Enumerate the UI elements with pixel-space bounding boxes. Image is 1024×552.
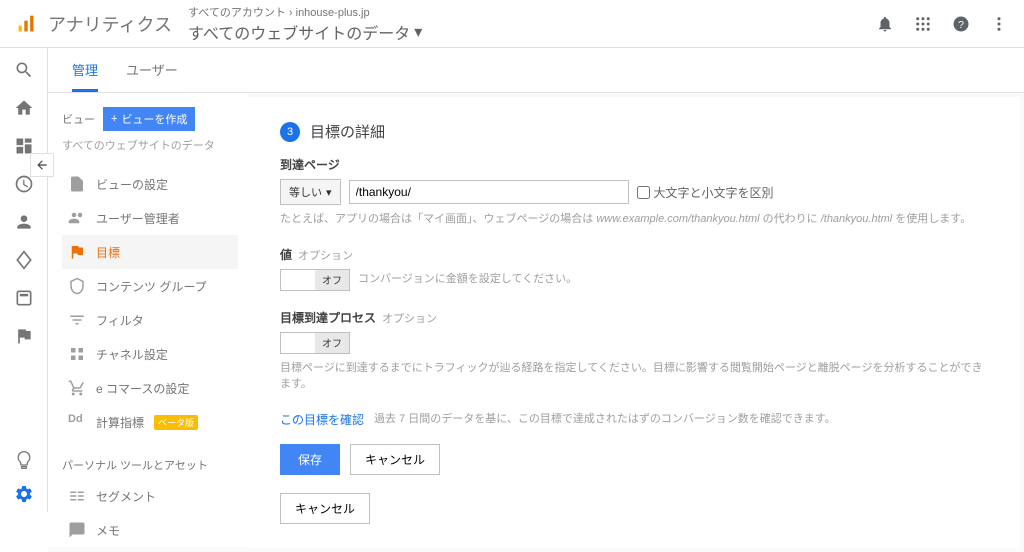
svg-text:?: ? [958, 18, 964, 30]
discover-icon[interactable] [14, 450, 34, 470]
breadcrumb-account: inhouse-plus.jp [296, 7, 370, 19]
clock-icon[interactable] [14, 174, 34, 194]
nav-label: ビューの設定 [96, 176, 168, 193]
case-sensitive-checkbox[interactable] [637, 186, 650, 199]
view-column: ビュー + ビューを作成 すべてのウェブサイトのデータ ビューの設定 ユーザー管理… [48, 93, 248, 547]
option-text: オプション [382, 313, 437, 325]
view-sub: すべてのウェブサイトのデータ [62, 137, 238, 153]
nav-segments[interactable]: セグメント [62, 479, 238, 513]
nav-content-grouping[interactable]: コンテンツ グループ [62, 269, 238, 303]
arrow-back-icon [35, 158, 49, 172]
nav-annotations[interactable]: メモ [62, 513, 238, 547]
admin-tabs: 管理 ユーザー [48, 48, 1024, 93]
goal-details-panel: 3 目標の詳細 到達ページ 等しい ▾ 大文字と小文字を区別 たとえば、アプリの場… [248, 97, 1020, 548]
plus-icon: + [111, 113, 117, 125]
back-button[interactable] [30, 153, 54, 177]
case-label: 大文字と小文字を区別 [654, 184, 774, 201]
personal-section-label: パーソナル ツールとアセット [62, 457, 238, 473]
value-label: 値 [280, 248, 292, 262]
tab-user[interactable]: ユーザー [126, 60, 178, 92]
step-title: 目標の詳細 [310, 121, 385, 142]
destination-help: たとえば、アプリの場合は「マイ画面」、ウェブページの場合は www.exampl… [280, 211, 988, 228]
people-icon [68, 209, 86, 227]
breadcrumb-sep: › [289, 7, 296, 19]
acquisition-icon[interactable] [14, 250, 34, 270]
nav-label: メモ [96, 522, 120, 539]
view-title-row[interactable]: すべてのウェブサイトのデータ ▾ [188, 20, 422, 44]
match-type-dropdown[interactable]: 等しい ▾ [280, 179, 341, 205]
save-button[interactable]: 保存 [280, 444, 340, 475]
nav-label: e コマースの設定 [96, 380, 189, 397]
nav-label: チャネル設定 [96, 346, 168, 363]
breadcrumb-top: すべてのアカウント › inhouse-plus.jp [188, 4, 422, 20]
nav-label: 計算指標 [96, 414, 144, 431]
create-view-label: ビューを作成 [121, 111, 187, 127]
channel-icon [68, 345, 86, 363]
view-title: すべてのウェブサイトのデータ [188, 20, 410, 44]
flag-icon[interactable] [14, 326, 34, 346]
option-text: オプション [298, 250, 353, 262]
brand-text: アナリティクス [48, 11, 172, 37]
verify-goal-link[interactable]: この目標を確認 [280, 411, 364, 428]
bell-icon[interactable] [876, 15, 894, 33]
destination-input[interactable] [349, 180, 629, 204]
top-bar: アナリティクス すべてのアカウント › inhouse-plus.jp すべての… [0, 0, 1024, 48]
nav-calculated-metrics[interactable]: Dd 計算指標ベータ版 [62, 405, 238, 439]
create-view-button[interactable]: + ビューを作成 [103, 107, 195, 131]
beta-badge: ベータ版 [154, 415, 198, 430]
analytics-logo-icon [16, 14, 36, 34]
value-help: コンバージョンに金額を設定してください。 [358, 271, 577, 288]
verify-help: 過去 7 日間のデータを基に、この目標で達成されたはずのコンバージョン数を確認で… [374, 411, 836, 428]
gear-icon[interactable] [14, 484, 34, 504]
more-vert-icon[interactable] [990, 15, 1008, 33]
nav-label: セグメント [96, 488, 156, 505]
nav-label: 目標 [96, 244, 120, 261]
toggle-off-label: オフ [315, 333, 349, 353]
nav-user-management[interactable]: ユーザー管理者 [62, 201, 238, 235]
behavior-icon[interactable] [14, 288, 34, 308]
search-icon[interactable] [14, 60, 34, 80]
cancel-button-outer[interactable]: キャンセル [280, 493, 370, 524]
step-number: 3 [280, 122, 300, 142]
dd-icon: Dd [68, 413, 86, 431]
segment-icon [68, 487, 86, 505]
nav-goals[interactable]: 目標 [62, 235, 238, 269]
nav-channel-settings[interactable]: チャネル設定 [62, 337, 238, 371]
left-rail [0, 48, 48, 512]
match-type-value: 等しい [289, 184, 322, 200]
nav-label: コンテンツ グループ [96, 278, 207, 295]
view-label: ビュー [62, 111, 95, 127]
nav-label: ユーザー管理者 [96, 210, 180, 227]
note-icon [68, 521, 86, 539]
breadcrumb[interactable]: すべてのアカウント › inhouse-plus.jp すべてのウェブサイトのデ… [188, 4, 422, 44]
cart-icon [68, 379, 86, 397]
funnel-toggle[interactable]: オフ [280, 332, 350, 354]
filter-icon [68, 311, 86, 329]
chevron-down-icon: ▾ [414, 22, 422, 42]
nav-filters[interactable]: フィルタ [62, 303, 238, 337]
toggle-off-label: オフ [315, 270, 349, 290]
nav-view-settings[interactable]: ビューの設定 [62, 167, 238, 201]
document-icon [68, 175, 86, 193]
funnel-label: 目標到達プロセス [280, 311, 376, 325]
apps-icon[interactable] [914, 15, 932, 33]
nav-label: フィルタ [96, 312, 144, 329]
funnel-help: 目標ページに到達するまでにトラフィックが辿る経路を指定してください。目標に影響す… [280, 360, 988, 393]
logo-area: アナリティクス [16, 11, 188, 37]
breadcrumb-prefix: すべてのアカウント [188, 7, 286, 19]
flag-icon [68, 243, 86, 261]
chevron-down-icon: ▾ [326, 186, 332, 199]
home-icon[interactable] [14, 98, 34, 118]
value-toggle[interactable]: オフ [280, 269, 350, 291]
nav-ecommerce[interactable]: e コマースの設定 [62, 371, 238, 405]
tab-admin[interactable]: 管理 [72, 60, 98, 92]
group-icon [68, 277, 86, 295]
help-icon[interactable]: ? [952, 15, 970, 33]
person-icon[interactable] [14, 212, 34, 232]
cancel-button[interactable]: キャンセル [350, 444, 440, 475]
destination-label: 到達ページ [280, 156, 988, 173]
